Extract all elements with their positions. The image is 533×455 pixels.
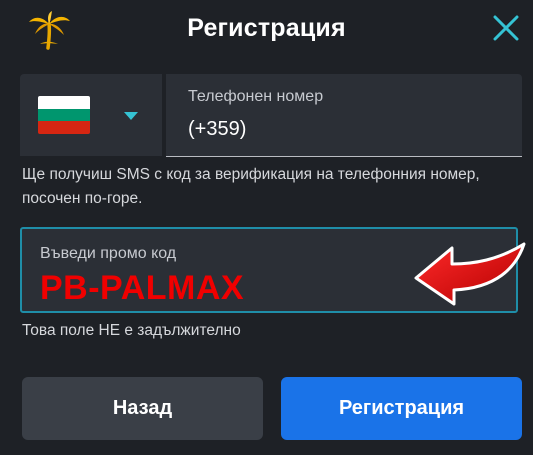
promo-code-label: Въведи промо код <box>40 245 177 262</box>
phone-input-group: Телефонен номер (+359) <box>20 74 522 158</box>
phone-number-field[interactable]: Телефонен номер (+359) <box>166 74 522 157</box>
back-button[interactable]: Назад <box>22 377 263 440</box>
country-code-dropdown[interactable] <box>20 74 162 156</box>
chevron-down-icon <box>124 112 138 120</box>
phone-number-value[interactable]: (+359) <box>188 118 246 141</box>
red-arrow-icon <box>414 242 526 306</box>
promo-code-value[interactable]: PB-PALMAX <box>40 269 244 308</box>
sms-hint-text: Ще получиш SMS с код за верификация на т… <box>22 166 480 207</box>
close-icon[interactable] <box>490 12 522 44</box>
register-button[interactable]: Регистрация <box>281 377 522 440</box>
bulgaria-flag-icon <box>38 96 90 134</box>
page-title: Регистрация <box>187 14 346 42</box>
promo-optional-note: Това поле НЕ е задължително <box>22 322 241 339</box>
phone-number-label: Телефонен номер <box>188 88 324 105</box>
